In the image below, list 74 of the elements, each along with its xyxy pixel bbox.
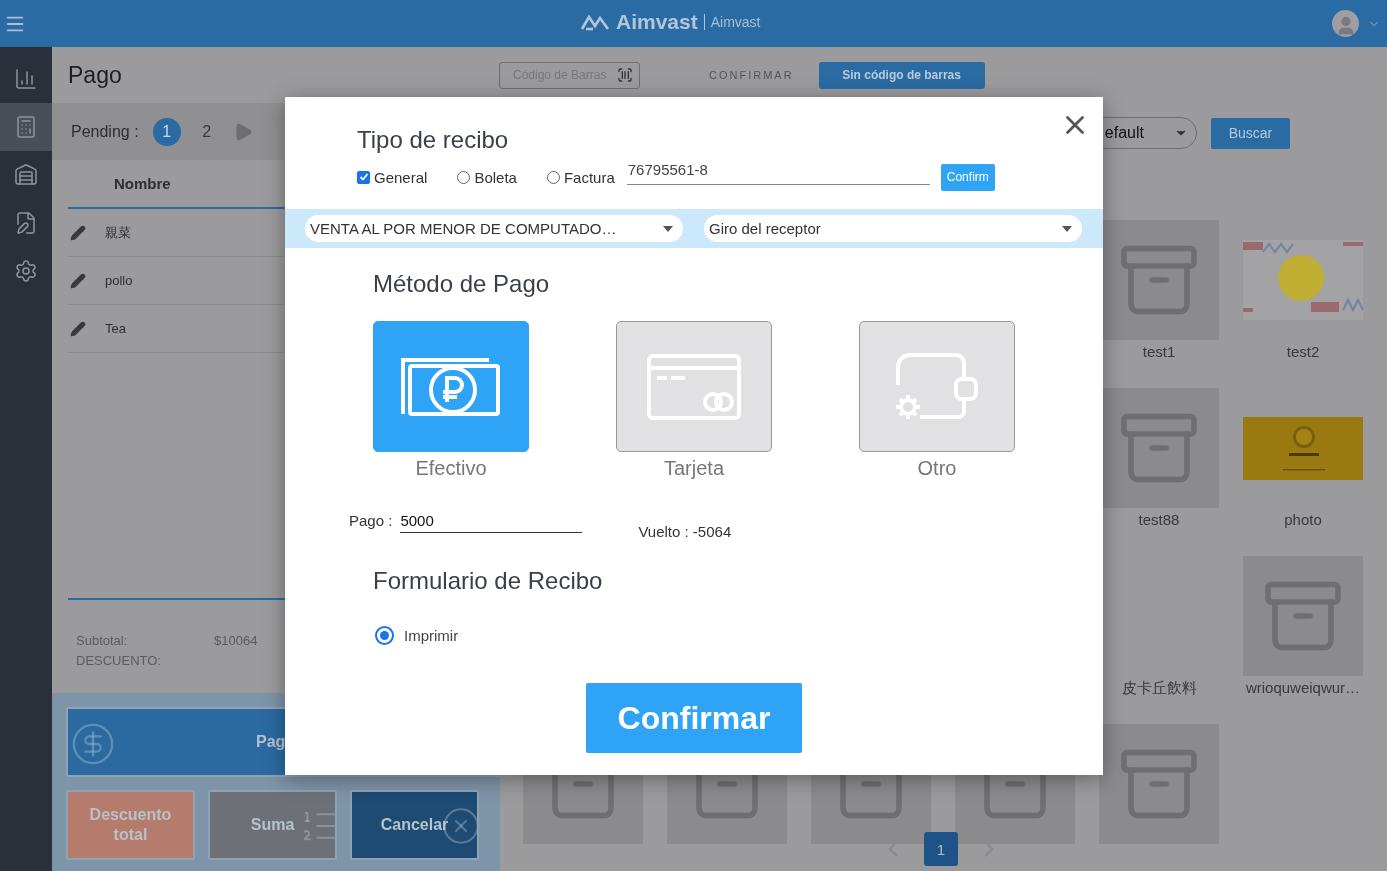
option-label: Imprimir [404, 627, 459, 644]
section-title: Método de Pago [372, 270, 551, 298]
radio-button[interactable] [546, 170, 560, 184]
product-name: photo [1284, 511, 1322, 528]
table-cell: 親菜 [105, 223, 131, 242]
radio-button[interactable] [457, 170, 471, 184]
payment-method-tile[interactable] [616, 321, 772, 452]
checkbox[interactable] [357, 170, 370, 184]
dollar-icon [70, 721, 116, 767]
radio-option[interactable]: Imprimir [285, 626, 1103, 645]
dropdown[interactable]: Giro del receptor [704, 215, 1082, 242]
option-label: Boleta [474, 168, 517, 186]
cancel-button[interactable]: Cancelar [350, 790, 479, 860]
edit-icon[interactable] [70, 272, 86, 289]
sum-button[interactable]: Suma [208, 790, 337, 860]
calculator-icon [14, 115, 38, 139]
wallet-gear-icon [894, 352, 980, 421]
payment-field[interactable]: 5000 [400, 512, 583, 533]
product-name: test1 [1142, 343, 1176, 360]
product-thumbnail[interactable] [1099, 724, 1219, 844]
brand-subtitle: Aimvast [703, 14, 761, 30]
radio-option[interactable]: Boleta [457, 168, 517, 186]
confirm-button[interactable]: Confirmar [586, 683, 802, 753]
radio-option[interactable]: Factura [546, 168, 615, 186]
pending-ticket[interactable]: 2 [192, 117, 221, 146]
no-barcode-button[interactable]: Sin código de barras [818, 61, 985, 89]
document-edit-icon [14, 211, 38, 235]
payment-method-label: Tarjeta [664, 457, 724, 480]
total-label: DESCUENTO: [76, 652, 162, 670]
pending-ticket[interactable]: 1 [152, 117, 181, 146]
sidebar-item[interactable] [0, 103, 52, 151]
radio-button[interactable] [375, 626, 394, 645]
brand-name: Aimvast [616, 10, 698, 34]
edit-icon[interactable] [70, 320, 86, 337]
warehouse-icon [14, 163, 38, 187]
product-name: test2 [1286, 343, 1320, 360]
barcode-icon [617, 67, 633, 83]
payment-method-label: Otro [917, 457, 957, 480]
rut-field[interactable]: 76795561-8 [626, 161, 930, 185]
product-name: wrioquweiqwur… [1245, 679, 1361, 696]
total-label: Subtotal: [76, 632, 129, 650]
edit-icon[interactable] [70, 224, 86, 241]
credit-card-icon [647, 353, 741, 420]
table-cell: Tea [105, 321, 126, 336]
caret-icon [1062, 225, 1072, 232]
confirm-link[interactable]: CONFIRMAR [709, 69, 794, 81]
dialog-title: Tipo de recibo [356, 126, 510, 154]
change-text: Vuelto : -5064 [638, 523, 732, 540]
checkbox-option[interactable]: General [357, 168, 428, 186]
dropdown[interactable]: VENTA AL POR MENOR DE COMPUTADO… [305, 215, 683, 242]
banknote-icon [401, 355, 501, 418]
payment-method-tile[interactable] [859, 321, 1015, 452]
option-label: General [374, 168, 428, 186]
avatar[interactable] [1332, 10, 1359, 37]
logo-icon [580, 12, 610, 32]
section-title: Formulario de Recibo [372, 567, 604, 595]
chart-icon [14, 67, 38, 91]
settings-icon [14, 259, 38, 283]
payment-method-tile[interactable] [373, 321, 529, 452]
caret-icon [663, 225, 673, 232]
product-name: test88 [1138, 511, 1180, 528]
confirm-button[interactable]: Confirm [940, 163, 995, 191]
total-value: $10064 [214, 632, 258, 650]
page-number[interactable]: 1 [924, 832, 958, 866]
payment-method-label: Efectivo [415, 457, 487, 480]
payment-label: Pago : [349, 512, 393, 531]
product-name: 皮卡丘飲料 [1121, 679, 1197, 698]
page-title: Pago [68, 61, 123, 89]
product-thumbnail[interactable] [1243, 556, 1363, 676]
pending-label: Pending : [71, 122, 139, 141]
column-header: Nombre [114, 175, 171, 192]
table-cell: pollo [105, 273, 133, 288]
option-label: Factura [563, 168, 615, 186]
search-button[interactable]: Buscar [1211, 117, 1290, 149]
